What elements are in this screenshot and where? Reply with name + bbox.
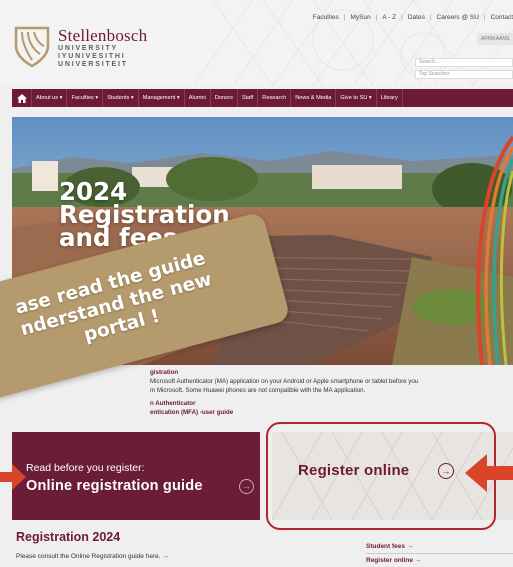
nav-item-students[interactable]: Students ▾ xyxy=(103,89,139,107)
top-link-a-z[interactable]: A - Z xyxy=(382,14,396,21)
info-text: Microsoft Authenticator (MA) application… xyxy=(150,378,419,385)
chevron-down-icon: ▾ xyxy=(176,95,180,101)
page: Stellenbosch UNIVERSITY IYUNIVESITHI UNI… xyxy=(0,0,513,567)
brand-line: IYUNIVESITHI xyxy=(58,53,126,60)
top-links: Faculties | MySun | A - Z | Dates | Careers @ SU… xyxy=(313,14,513,21)
nav-label: Management xyxy=(142,95,176,101)
nav-item-give-to-su[interactable]: Give to SU ▾ xyxy=(336,89,377,107)
nav-item-alumni[interactable]: Alumni xyxy=(185,89,211,107)
nav-item-donors[interactable]: Donors xyxy=(211,89,238,107)
brand-line: UNIVERSITY xyxy=(58,45,119,52)
info-heading: gistration xyxy=(150,369,179,376)
home-button[interactable] xyxy=(12,89,32,107)
section-title: Registration 2024 xyxy=(16,530,121,544)
highlight-arrow-icon xyxy=(465,454,513,492)
divider: | xyxy=(483,14,486,21)
university-logo[interactable] xyxy=(12,24,52,68)
info-text: m Microsoft. Some Huawei phones are not … xyxy=(150,387,366,394)
home-icon xyxy=(16,93,27,103)
chevron-down-icon: ▾ xyxy=(368,95,372,101)
chevron-down-icon: ▾ xyxy=(59,95,63,101)
chevron-down-icon: ▾ xyxy=(95,95,99,101)
top-link-mysun[interactable]: MySun xyxy=(350,14,370,21)
divider: | xyxy=(375,14,378,21)
divider: | xyxy=(343,14,346,21)
nav-item-about-us[interactable]: About us ▾ xyxy=(32,89,68,107)
highlight-outline xyxy=(266,422,496,530)
chevron-down-icon: ▾ xyxy=(130,95,134,101)
nav-item-library[interactable]: Library xyxy=(377,89,403,107)
language-toggle-button[interactable]: AFRIKAANS xyxy=(477,33,513,45)
info-block: gistration Microsoft Authenticator (MA) … xyxy=(150,368,510,417)
top-link-contact[interactable]: Contact xyxy=(491,14,513,21)
top-link-dates[interactable]: Dates xyxy=(408,14,425,21)
main-nav: About us ▾ Faculties ▾ Students ▾ Manage… xyxy=(12,89,513,107)
top-searches-dropdown[interactable]: Top Searches xyxy=(415,70,513,79)
nav-item-faculties[interactable]: Faculties ▾ xyxy=(67,89,104,107)
card-subtitle: Read before you register: xyxy=(26,462,145,474)
brand-name[interactable]: Stellenbosch UNIVERSITY IYUNIVESITHI UNI… xyxy=(58,27,147,69)
search-input[interactable]: Search... xyxy=(415,58,513,67)
arrow-circle-icon: → xyxy=(239,479,254,494)
brand-main: Stellenbosch xyxy=(58,26,148,45)
card-title: Online registration guide xyxy=(26,478,203,494)
nav-item-news-media[interactable]: News & Media xyxy=(291,89,337,107)
nav-label: Faculties xyxy=(71,95,94,101)
top-link-faculties[interactable]: Faculties xyxy=(313,14,339,21)
nav-item-research[interactable]: Research xyxy=(258,89,292,107)
side-links: Student fees → Register online → xyxy=(366,540,513,567)
nav-label: Give to SU xyxy=(340,95,368,101)
nav-label: Students xyxy=(107,95,130,101)
section-text-link[interactable]: Please consult the Online Registration g… xyxy=(16,553,169,560)
registration-guide-card[interactable]: Read before you register: Online registr… xyxy=(12,432,260,520)
nav-label: About us xyxy=(36,95,59,101)
authenticator-link[interactable]: n Authenticator xyxy=(150,399,510,408)
brand-line: UNIVERSITEIT xyxy=(58,61,128,68)
nav-item-management[interactable]: Management ▾ xyxy=(139,89,185,107)
top-link-careers[interactable]: Careers @ SU xyxy=(437,14,479,21)
student-fees-link[interactable]: Student fees → xyxy=(366,540,513,554)
mfa-guide-link[interactable]: entication (MFA) -user guide xyxy=(150,408,510,417)
nav-item-staff[interactable]: Staff xyxy=(238,89,259,107)
site-header: Stellenbosch UNIVERSITY IYUNIVESITHI UNI… xyxy=(0,0,513,86)
divider: | xyxy=(429,14,432,21)
highlight-arrow-icon xyxy=(0,464,26,490)
divider: | xyxy=(401,14,403,21)
register-online-link[interactable]: Register online → xyxy=(366,554,513,567)
